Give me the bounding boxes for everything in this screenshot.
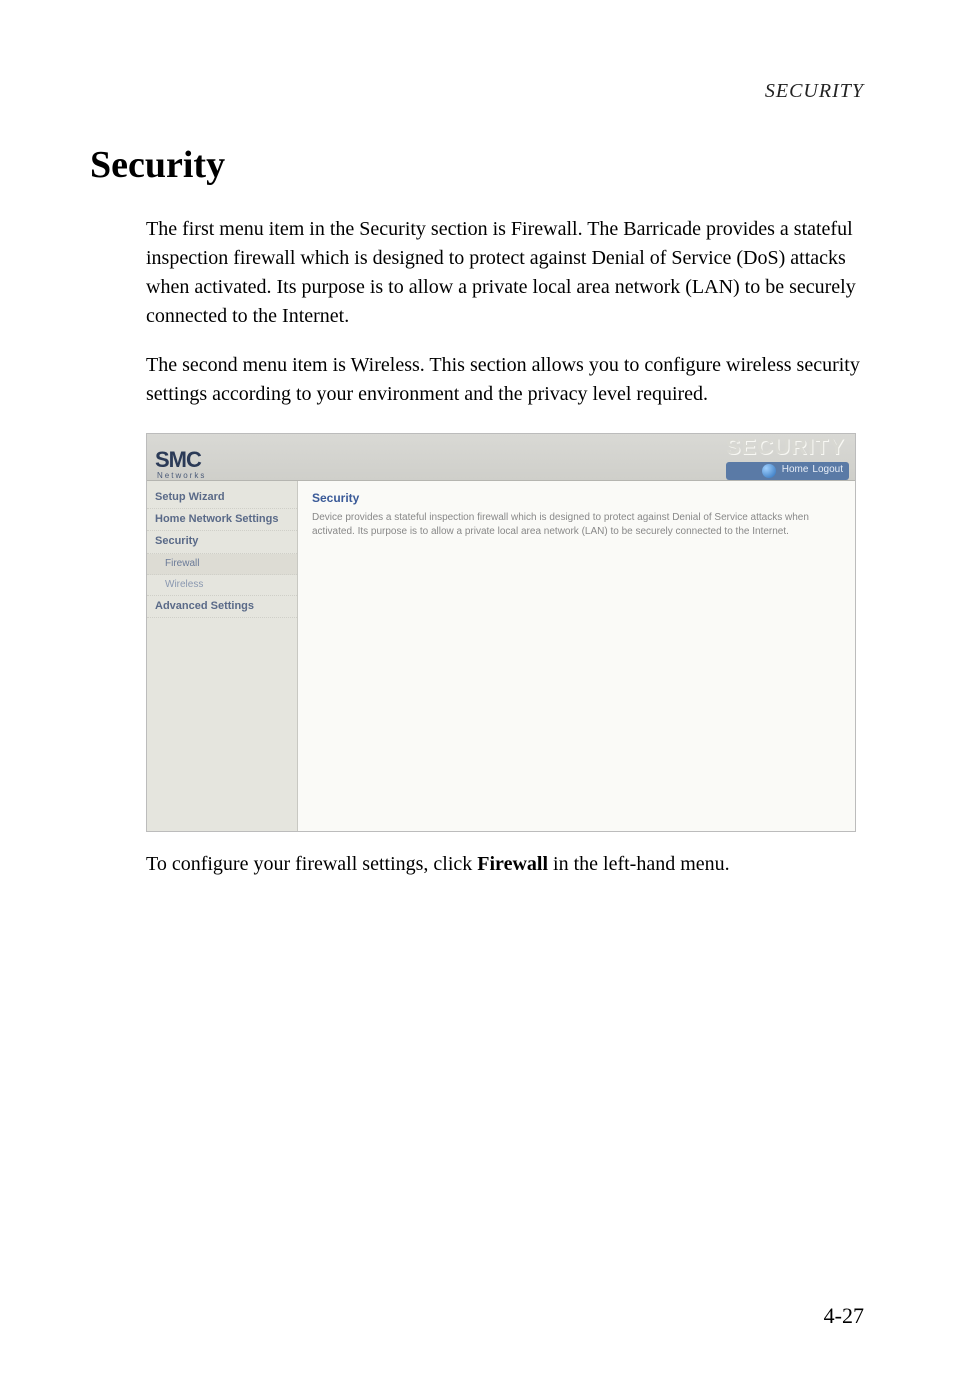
sidebar-item-advanced-settings[interactable]: Advanced Settings	[147, 596, 297, 618]
caption-post: in the left-hand menu.	[548, 853, 730, 875]
sidebar-item-home-network[interactable]: Home Network Settings	[147, 509, 297, 531]
sidebar-item-setup-wizard[interactable]: Setup Wizard	[147, 487, 297, 509]
router-content-panel: Security Device provides a stateful insp…	[298, 481, 855, 831]
sidebar-item-wireless[interactable]: Wireless	[147, 575, 297, 596]
sidebar-item-security[interactable]: Security	[147, 531, 297, 553]
router-panel-title: Security	[312, 491, 841, 505]
router-header-right: SECURITY Home Logout	[726, 434, 855, 480]
router-section-ghost-title: SECURITY	[726, 434, 845, 460]
router-top-linkbar: Home Logout	[726, 462, 849, 480]
router-topbar: SMC Networks SECURITY Home Logout	[147, 434, 855, 481]
intro-paragraph-1: The first menu item in the Security sect…	[146, 215, 864, 331]
router-logo-tagline: Networks	[157, 471, 206, 480]
globe-icon	[762, 464, 776, 478]
logout-link[interactable]: Logout	[812, 464, 843, 478]
screenshot-caption: To configure your firewall settings, cli…	[146, 850, 864, 879]
intro-paragraph-2: The second menu item is Wireless. This s…	[146, 351, 864, 409]
home-link[interactable]: Home	[782, 464, 809, 478]
router-logo-text: SMC	[155, 447, 206, 473]
caption-bold: Firewall	[477, 853, 548, 875]
router-sidebar: Setup Wizard Home Network Settings Secur…	[147, 481, 298, 831]
router-ui-screenshot: SMC Networks SECURITY Home Logout Setup …	[146, 433, 856, 832]
router-logo: SMC Networks	[147, 447, 206, 480]
page-number: 4-27	[824, 1303, 864, 1329]
caption-pre: To configure your firewall settings, cli…	[146, 853, 477, 875]
page-title: Security	[90, 143, 864, 187]
running-header: SECURITY	[90, 80, 864, 103]
sidebar-item-firewall[interactable]: Firewall	[147, 554, 297, 575]
router-panel-description: Device provides a stateful inspection fi…	[312, 511, 841, 539]
